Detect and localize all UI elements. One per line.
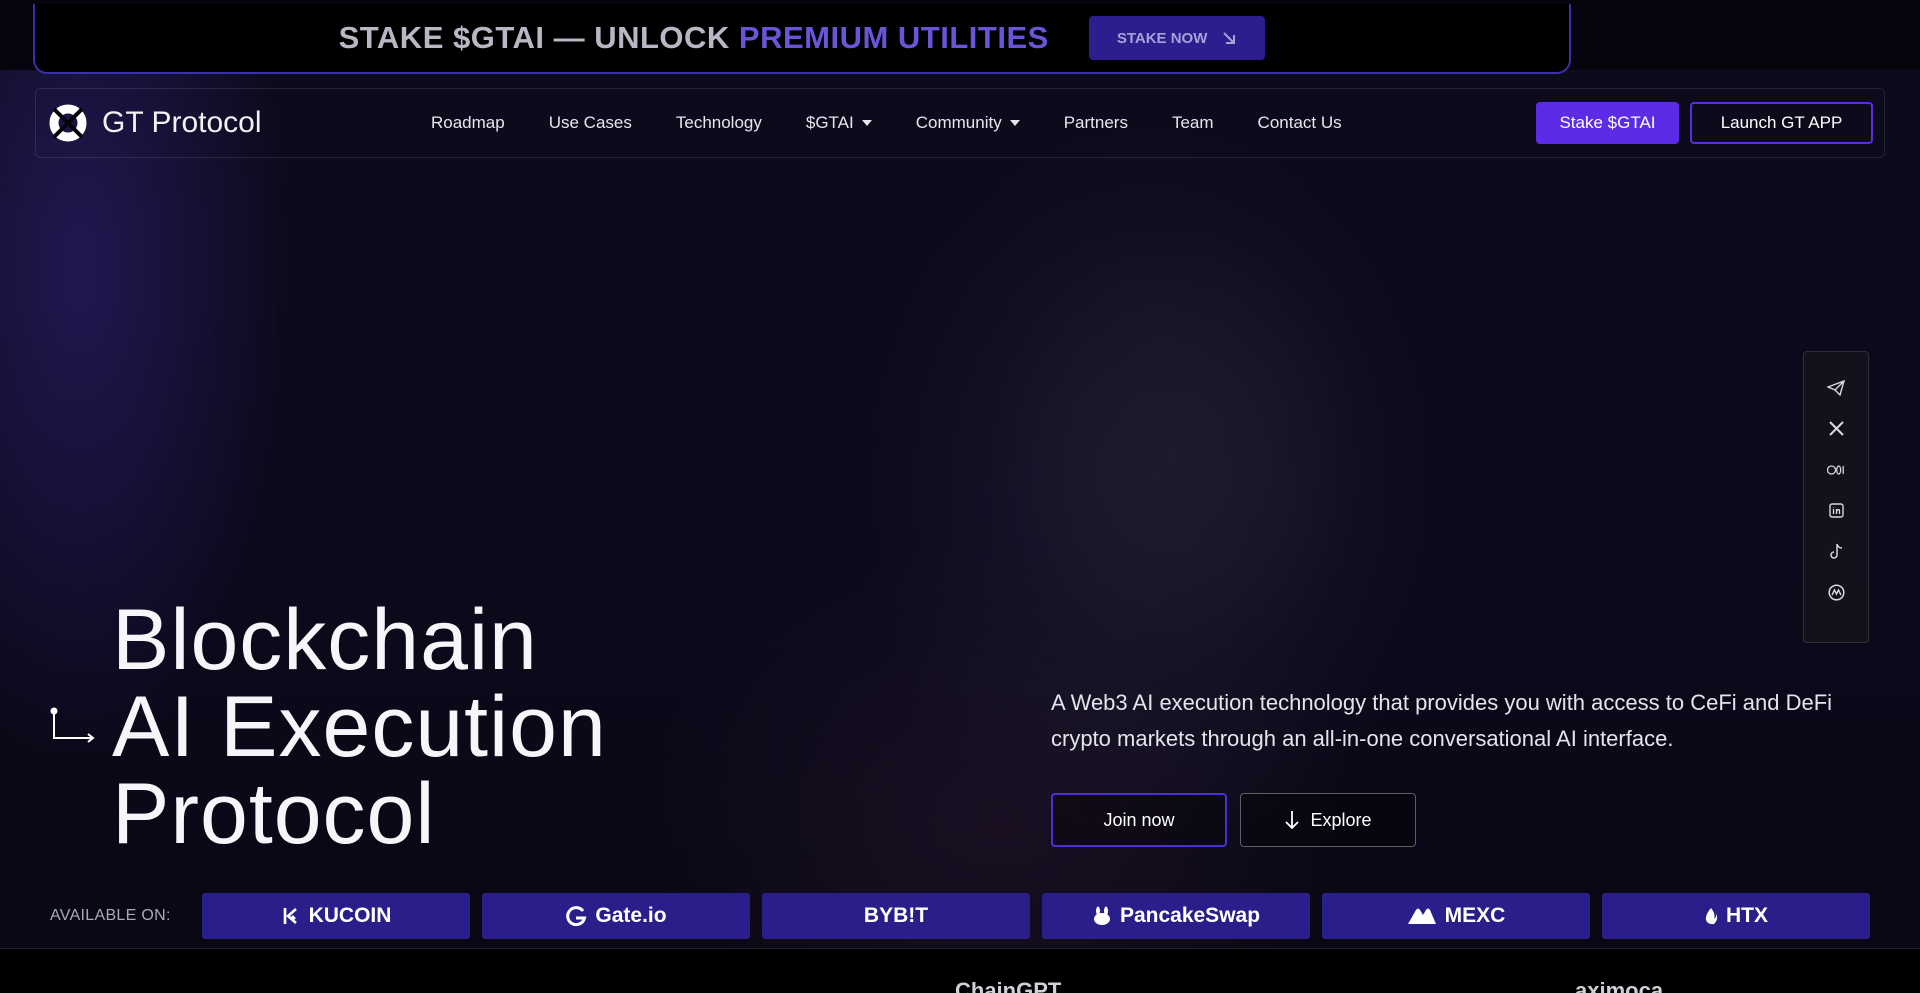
exchange-pancakeswap[interactable]: PancakeSwap [1042,893,1310,939]
headline-line: AI Execution [112,679,607,775]
stake-gtai-button[interactable]: Stake $GTAI [1536,102,1679,144]
arrow-down-icon [1285,811,1300,830]
launch-gt-app-button[interactable]: Launch GT APP [1690,102,1873,144]
nav-item-technology[interactable]: Technology [676,113,762,133]
telegram-icon[interactable] [1827,378,1845,397]
partner-logo: aximoca [1575,978,1664,993]
promo-text: STAKE $GTAI — UNLOCK PREMIUM UTILITIES [339,20,1049,56]
hook-arrow-icon [50,707,95,743]
exchange-name: HTX [1726,904,1768,927]
stake-now-label: STAKE NOW [1116,29,1208,47]
exchange-name: Gate.io [595,904,667,927]
partner-logo: ChainGPT [955,978,1062,993]
headline-line: Protocol [112,766,436,862]
nav-item-label: Technology [675,113,762,132]
coinmarketcap-icon[interactable] [1827,583,1845,602]
exchange-name: BYB!T [863,904,929,927]
medium-icon[interactable] [1827,460,1845,479]
exchange-htx[interactable]: HTX [1602,893,1870,939]
promo-text-highlight: PREMIUM UTILITIES [738,20,1049,55]
exchange-name: PancakeSwap [1119,904,1261,927]
hero-headline: Blockchain AI Execution Protocol [112,597,607,858]
linkedin-icon[interactable] [1827,501,1845,520]
exchange-bybit[interactable]: BYB!T [762,893,1030,939]
exchange-gateio[interactable]: Gate.io [482,893,750,939]
tiktok-icon[interactable] [1827,542,1845,561]
nav-item-partners[interactable]: Partners [1064,113,1128,133]
nav-item-label: Contact Us [1257,113,1342,132]
htx-icon [1705,908,1718,925]
nav-item-gtai[interactable]: $GTAI [806,113,872,133]
available-on-label: AVAILABLE ON: [50,907,171,924]
caret-down-icon [1009,120,1020,126]
nav-item-label: Partners [1063,113,1128,132]
nav-item-label: $GTAI [805,113,854,132]
mexc-icon [1407,908,1436,924]
brand-name: GT Protocol [102,106,262,139]
social-links-rail [1803,351,1869,643]
nav-item-label: Roadmap [431,113,505,132]
exchange-mexc[interactable]: MEXC [1322,893,1590,939]
main-navbar: GT Protocol Roadmap Use Cases Technology… [35,88,1885,158]
ring-logo-icon [49,104,87,142]
nav-item-team[interactable]: Team [1172,113,1214,133]
exchange-name: MEXC [1444,904,1506,927]
explore-button[interactable]: Explore [1240,793,1416,847]
gateio-icon [566,906,587,927]
nav-links: Roadmap Use Cases Technology $GTAI Commu… [431,113,1342,133]
kucoin-icon [283,908,297,924]
stake-now-button[interactable]: STAKE NOW [1088,16,1266,60]
x-icon[interactable] [1827,419,1845,438]
exchange-kucoin[interactable]: KUCOIN [202,893,470,939]
brand-logo[interactable]: GT Protocol [48,103,262,143]
nav-item-contact-us[interactable]: Contact Us [1258,113,1342,133]
arrow-down-right-icon [1223,32,1236,44]
hero-description: A Web3 AI execution technology that prov… [1051,690,1833,751]
nav-item-label: Community [915,113,1002,132]
nav-item-roadmap[interactable]: Roadmap [431,113,505,133]
pancakeswap-icon [1093,906,1110,925]
nav-item-label: Team [1171,113,1214,132]
explore-label: Explore [1310,809,1372,830]
headline-line: Blockchain [112,592,538,688]
promo-text-prefix: STAKE $GTAI — UNLOCK [338,20,739,55]
promo-banner: STAKE $GTAI — UNLOCK PREMIUM UTILITIES S… [33,4,1571,74]
exchange-list: KUCOIN Gate.io BYB!T PancakeSwap MEXC HT… [202,893,1870,939]
exchange-name: KUCOIN [308,904,392,927]
caret-down-icon [861,120,872,126]
nav-item-use-cases[interactable]: Use Cases [549,113,632,133]
nav-item-label: Use Cases [548,113,632,132]
nav-item-community[interactable]: Community [916,113,1020,133]
join-now-button[interactable]: Join now [1051,793,1227,847]
